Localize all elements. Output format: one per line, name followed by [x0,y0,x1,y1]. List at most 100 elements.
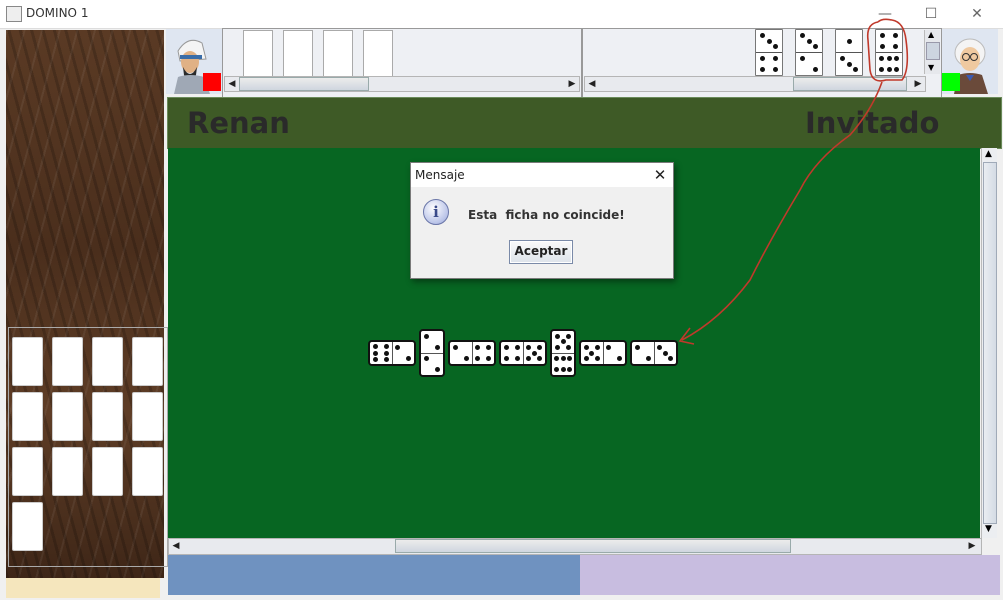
pip [372,343,378,349]
dialog-close-button[interactable]: ✕ [647,163,673,187]
domino-half [524,342,546,364]
pip [880,44,885,49]
scroll-left-arrow[interactable]: ◀ [225,77,239,91]
scroll-down-arrow[interactable]: ▼ [985,524,992,534]
pip [531,350,537,356]
pip [372,357,378,363]
board-domino[interactable] [448,340,496,366]
status-strip [6,578,160,598]
board-domino[interactable] [579,340,627,366]
hidden-tile[interactable] [363,30,393,78]
scroll-left-arrow[interactable]: ◀ [585,77,599,91]
pip [514,345,520,350]
stock-tile[interactable] [132,447,163,496]
pip [452,345,458,350]
domino-half [473,342,495,364]
scroll-right-arrow[interactable]: ▶ [965,539,979,553]
stock-tile[interactable] [132,392,163,441]
scroll-thumb[interactable] [395,539,791,553]
pip [583,345,589,350]
board-domino[interactable] [368,340,416,366]
domino-half [836,30,862,52]
scroll-thumb[interactable] [793,77,907,91]
pip [760,33,765,38]
opponent-hand-scrollbar[interactable]: ◀ ▶ [584,76,926,92]
pip [806,38,812,44]
stock-tile[interactable] [52,392,83,441]
domino-half [552,331,574,353]
stock-tile[interactable] [92,447,123,496]
scroll-up-arrow[interactable]: ▲ [985,149,992,159]
pip [560,356,566,362]
board-horizontal-scrollbar[interactable]: ◀ ▶ [168,538,982,555]
stock-tile[interactable] [12,392,43,441]
domino-half [796,53,822,75]
opponent-color-indicator [942,73,960,91]
pip [553,367,559,373]
stock-tile[interactable] [92,337,123,386]
opponent-hand-vscroll[interactable]: ▲ ▼ [924,30,940,74]
pip [594,356,600,361]
stock-tile[interactable] [132,337,163,386]
scroll-down-arrow[interactable]: ▼ [928,63,934,72]
opponent-hand-domino[interactable] [795,29,823,76]
pip [555,344,560,350]
pip [760,56,765,61]
pip [589,350,595,356]
ok-button[interactable]: Aceptar [509,240,573,264]
java-app-icon [6,6,22,22]
pip [878,67,884,72]
hidden-tile[interactable] [283,30,313,78]
board-domino[interactable] [419,329,445,377]
player-hand-scrollbar[interactable]: ◀ ▶ [224,76,580,92]
scroll-thumb[interactable] [983,162,997,524]
minimize-button[interactable]: — [862,0,908,28]
close-button[interactable]: ✕ [954,0,1000,28]
stock-tile[interactable] [92,392,123,441]
stock-tile[interactable] [12,502,43,551]
pip [486,345,492,350]
scroll-thumb[interactable] [239,77,369,91]
board-domino[interactable] [550,329,576,377]
dialog-message: Esta ficha no coincide! [468,208,625,222]
domino-half [552,354,574,376]
pip [594,345,600,350]
stock-tile[interactable] [52,447,83,496]
pip [893,33,898,38]
pip [813,67,818,72]
opponent-hand-domino[interactable] [835,29,863,76]
stock-tile[interactable] [52,337,83,386]
stock-tile[interactable] [12,447,43,496]
pip [886,56,892,61]
pip [566,344,571,350]
pip [435,344,440,350]
dialog-title: Mensaje [415,168,465,182]
scroll-up-arrow[interactable]: ▲ [928,30,934,39]
pip [760,67,765,72]
scroll-left-arrow[interactable]: ◀ [169,539,183,553]
scroll-right-arrow[interactable]: ▶ [911,77,925,91]
domino-half [370,342,392,364]
message-dialog: Mensaje ✕ i Esta ficha no coincide! Acep… [410,162,674,279]
opponent-hand-domino[interactable] [755,29,783,76]
board-vertical-scrollbar[interactable]: ▲ ▼ [981,148,997,538]
pip [583,356,589,361]
hidden-tile[interactable] [243,30,273,78]
pip [846,61,852,67]
title-bar: DOMINO 1 — ☐ ✕ [0,0,1003,29]
scroll-right-arrow[interactable]: ▶ [565,77,579,91]
board-domino[interactable] [499,340,547,366]
pip [424,356,429,362]
opponent-hand-domino[interactable] [875,29,903,76]
hidden-tile[interactable] [323,30,353,78]
pip [800,56,805,61]
domino-half [876,30,902,52]
domino-half [581,342,603,364]
pip [606,345,612,350]
domino-half [796,30,822,52]
pip [526,345,532,350]
maximize-button[interactable]: ☐ [908,0,954,28]
board-domino[interactable] [630,340,678,366]
stock-tile[interactable] [12,337,43,386]
scroll-thumb[interactable] [926,42,940,60]
